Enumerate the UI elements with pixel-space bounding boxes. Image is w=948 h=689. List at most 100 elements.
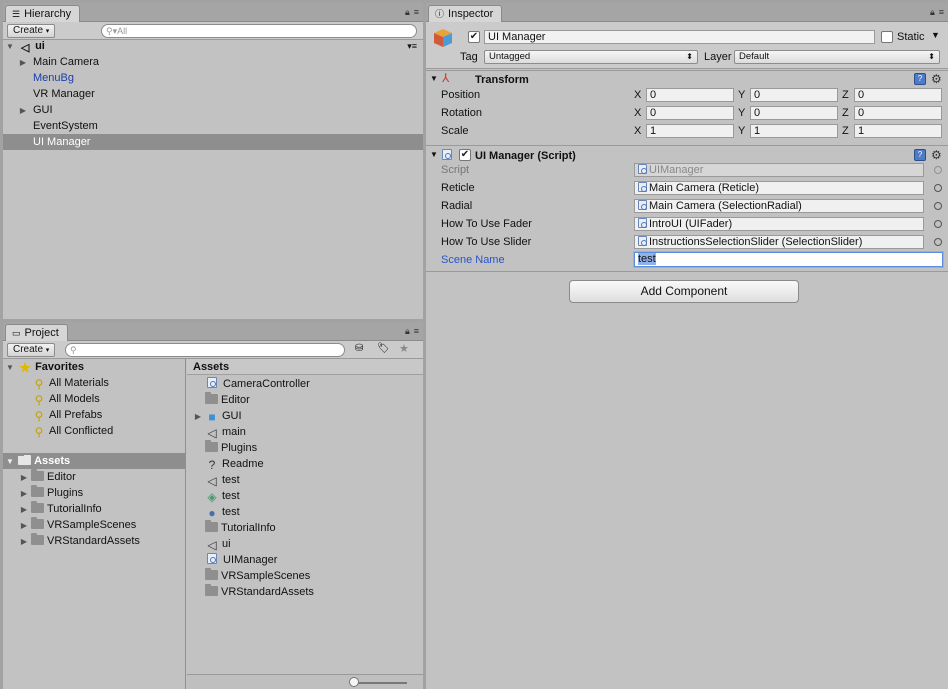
transform-header[interactable]: ▼ ⅄ Transform ? ⚙ xyxy=(426,70,948,88)
transform-z-field[interactable]: 1 xyxy=(854,124,942,138)
expand-arrow-icon[interactable]: ▼ xyxy=(430,150,438,159)
project-create-button[interactable]: Create ▾ xyxy=(7,343,56,357)
asset-folder-item[interactable]: ▶ VRStandardAssets xyxy=(3,533,185,549)
static-checkbox[interactable] xyxy=(881,31,893,43)
favorite-item[interactable]: ⚲ All Conflicted xyxy=(3,423,185,439)
asset-folder-item[interactable]: ▶ TutorialInfo xyxy=(3,501,185,517)
asset-item[interactable]: ◁ ui xyxy=(187,536,423,552)
favorites-row[interactable]: ▼ ★ Favorites xyxy=(3,359,185,375)
hierarchy-search-input[interactable]: ⚲▾All xyxy=(101,24,417,38)
hierarchy-item[interactable]: ▶ GUI xyxy=(3,102,423,118)
transform-z-field[interactable]: 0 xyxy=(854,106,942,120)
object-name-field[interactable]: UI Manager xyxy=(484,30,875,44)
help-book-icon[interactable]: ? xyxy=(914,149,926,161)
panel-options-icon[interactable]: ≡ xyxy=(414,7,419,18)
expand-arrow-icon[interactable]: ▼ xyxy=(5,39,15,55)
hierarchy-item[interactable]: EventSystem xyxy=(3,118,423,134)
scene-row[interactable]: ▼ ◁ ui ▾≡ xyxy=(3,38,423,54)
hierarchy-item[interactable]: VR Manager xyxy=(3,86,423,102)
zoom-slider-thumb[interactable] xyxy=(349,677,359,687)
lock-icon[interactable]: 🔒︎ xyxy=(405,7,410,18)
favorite-item[interactable]: ⚲ All Prefabs xyxy=(3,407,185,423)
asset-item[interactable]: TutorialInfo xyxy=(187,520,423,536)
script-component-header[interactable]: ▼ ✔ UI Manager (Script) ? ⚙ xyxy=(426,145,948,163)
transform-y-field[interactable]: 0 xyxy=(750,106,838,120)
object-picker-icon[interactable] xyxy=(934,238,942,246)
panel-menu[interactable]: 🔒︎ ≡ xyxy=(405,7,419,18)
asset-folder-item[interactable]: ▶ Editor xyxy=(3,469,185,485)
panel-options-icon[interactable]: ≡ xyxy=(414,326,419,337)
scene-menu-icon[interactable]: ▾≡ xyxy=(407,38,417,54)
object-reference-field[interactable]: Main Camera (SelectionRadial) xyxy=(634,199,924,213)
expand-arrow-icon[interactable]: ▶ xyxy=(193,409,203,425)
transform-x-field[interactable]: 0 xyxy=(646,88,734,102)
hierarchy-item[interactable]: MenuBg xyxy=(3,70,423,86)
asset-item[interactable]: Editor xyxy=(187,392,423,408)
object-reference-field[interactable]: IntroUI (UIFader) xyxy=(634,217,924,231)
project-panel-menu[interactable]: 🔒︎ ≡ xyxy=(405,326,419,337)
asset-item[interactable]: ◁ main xyxy=(187,424,423,440)
favorite-star-icon[interactable]: ★ xyxy=(399,342,409,355)
filter-by-label-icon[interactable]: 🏷︎ xyxy=(377,343,390,354)
hierarchy-item[interactable]: UI Manager xyxy=(3,134,423,150)
project-search-input[interactable]: ⚲ xyxy=(65,343,345,357)
expand-arrow-icon[interactable]: ▼ xyxy=(5,360,15,376)
create-button[interactable]: Create ▾ xyxy=(7,24,56,38)
tab-project[interactable]: ▭ Project xyxy=(5,324,68,341)
static-dropdown-icon[interactable]: ▼ xyxy=(931,30,940,40)
help-book-icon[interactable]: ? xyxy=(914,73,926,85)
assets-root-row[interactable]: ▼ Assets xyxy=(3,453,185,469)
gameobject-cube-icon[interactable] xyxy=(432,27,454,49)
transform-z-field[interactable]: 0 xyxy=(854,88,942,102)
gear-icon[interactable]: ⚙ xyxy=(931,149,942,161)
asset-item[interactable]: CameraController xyxy=(187,376,423,392)
object-reference-field[interactable]: InstructionsSelectionSlider (SelectionSl… xyxy=(634,235,924,249)
scene-name-field[interactable]: test xyxy=(634,252,943,267)
expand-arrow-icon[interactable]: ▼ xyxy=(430,74,438,83)
asset-item[interactable]: UIManager xyxy=(187,552,423,568)
expand-arrow-icon[interactable]: ▶ xyxy=(19,486,29,502)
transform-y-field[interactable]: 1 xyxy=(750,124,838,138)
object-picker-icon[interactable] xyxy=(934,184,942,192)
object-picker-icon[interactable] xyxy=(934,202,942,210)
inspector-panel-menu[interactable]: 🔒︎ ≡ xyxy=(930,7,944,18)
tab-hierarchy[interactable]: ☰ Hierarchy xyxy=(5,5,81,22)
hierarchy-item[interactable]: ▶ Main Camera xyxy=(3,54,423,70)
favorite-item[interactable]: ⚲ All Materials xyxy=(3,375,185,391)
expand-arrow-icon[interactable]: ▶ xyxy=(19,534,29,550)
expand-arrow-icon[interactable]: ▶ xyxy=(18,55,28,71)
tab-inspector[interactable]: ⓘ Inspector xyxy=(428,5,503,22)
expand-arrow-icon[interactable]: ▶ xyxy=(19,518,29,534)
asset-folder-item[interactable]: ▶ Plugins xyxy=(3,485,185,501)
transform-x-field[interactable]: 1 xyxy=(646,124,734,138)
object-reference-field[interactable]: Main Camera (Reticle) xyxy=(634,181,924,195)
lock-icon[interactable]: 🔒︎ xyxy=(930,7,935,18)
lock-icon[interactable]: 🔒︎ xyxy=(405,326,410,337)
expand-arrow-icon[interactable]: ▶ xyxy=(19,502,29,518)
add-component-button[interactable]: Add Component xyxy=(569,280,799,303)
layer-dropdown[interactable]: Default ⬍ xyxy=(734,50,940,64)
expand-arrow-icon[interactable]: ▶ xyxy=(18,103,28,119)
transform-y-field[interactable]: 0 xyxy=(750,88,838,102)
zoom-slider-track[interactable] xyxy=(353,682,407,684)
object-picker-icon[interactable] xyxy=(934,220,942,228)
panel-options-icon[interactable]: ≡ xyxy=(939,7,944,18)
asset-item[interactable]: VRStandardAssets xyxy=(187,584,423,600)
expand-arrow-icon[interactable]: ▼ xyxy=(5,454,15,470)
favorite-item[interactable]: ⚲ All Models xyxy=(3,391,185,407)
asset-folder-item[interactable]: ▶ VRSampleScenes xyxy=(3,517,185,533)
expand-arrow-icon[interactable]: ▶ xyxy=(19,470,29,486)
filter-by-type-icon[interactable]: ⛁ xyxy=(355,343,363,354)
asset-item[interactable]: ◁ test xyxy=(187,472,423,488)
component-enabled-checkbox[interactable]: ✔ xyxy=(459,149,471,161)
asset-item[interactable]: ? Readme xyxy=(187,456,423,472)
asset-item[interactable]: ◈ test xyxy=(187,488,423,504)
transform-x-field[interactable]: 0 xyxy=(646,106,734,120)
asset-item[interactable]: ● test xyxy=(187,504,423,520)
active-checkbox[interactable]: ✔ xyxy=(468,31,480,43)
asset-item[interactable]: VRSampleScenes xyxy=(187,568,423,584)
asset-item[interactable]: Plugins xyxy=(187,440,423,456)
asset-item[interactable]: ▶ ■ GUI xyxy=(187,408,423,424)
tag-dropdown[interactable]: Untagged ⬍ xyxy=(484,50,698,64)
gear-icon[interactable]: ⚙ xyxy=(931,73,942,85)
